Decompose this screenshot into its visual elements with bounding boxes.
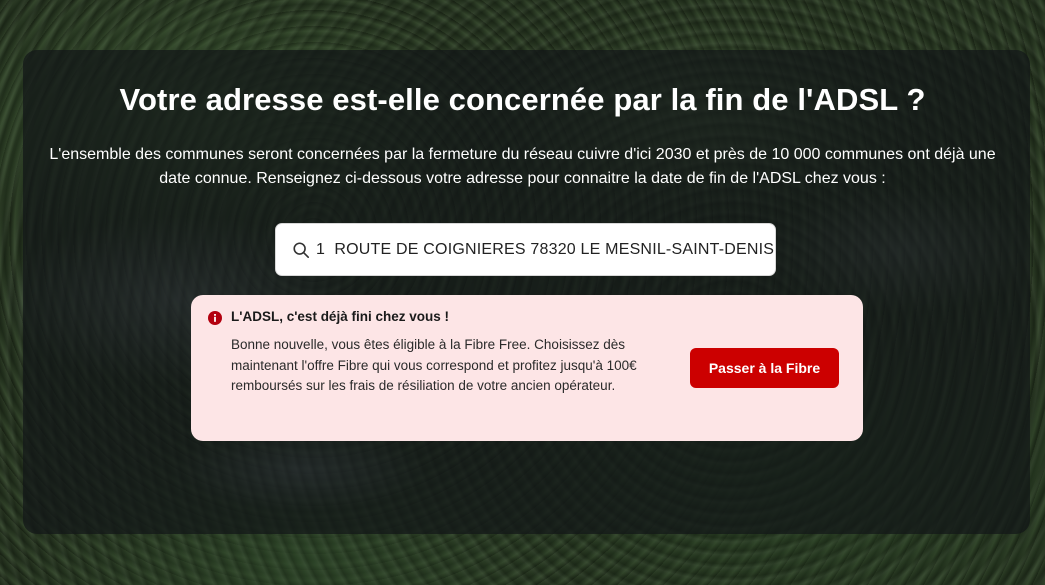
address-search-input[interactable] <box>316 234 775 265</box>
search-icon <box>293 241 310 258</box>
address-search-box[interactable] <box>275 223 776 276</box>
page-subtitle: L'ensemble des communes seront concernée… <box>49 146 996 187</box>
switch-to-fiber-button[interactable]: Passer à la Fibre <box>690 348 839 388</box>
page-title: Votre adresse est-elle concernée par la … <box>119 82 926 117</box>
hero-panel <box>23 50 1030 534</box>
info-icon <box>208 311 222 325</box>
eligibility-alert: L'ADSL, c'est déjà fini chez vous ! Bonn… <box>191 295 863 441</box>
alert-title: L'ADSL, c'est déjà fini chez vous ! <box>231 309 449 324</box>
alert-message: Bonne nouvelle, vous êtes éligible à la … <box>231 337 637 393</box>
